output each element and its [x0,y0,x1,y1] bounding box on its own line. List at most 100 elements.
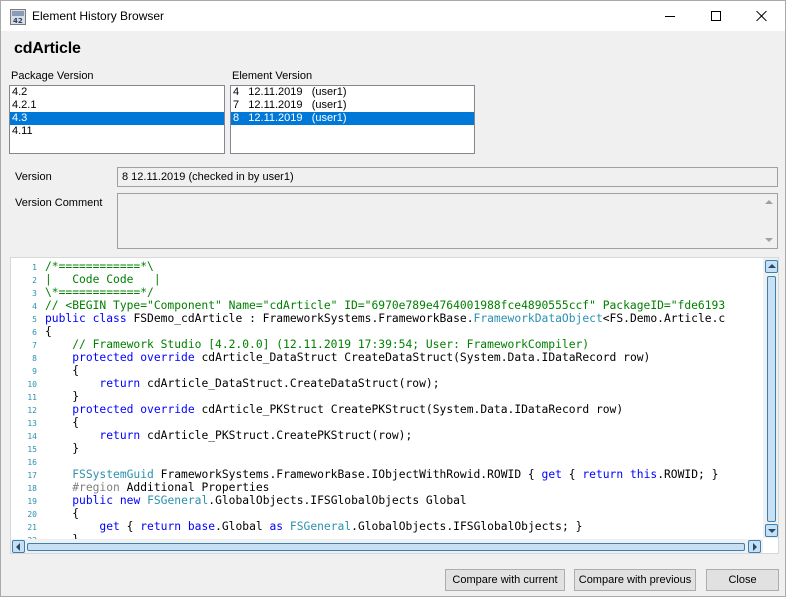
code-text: #region Additional Properties [72,481,270,494]
line-number: 11 [27,393,37,402]
title-bar[interactable]: 42 Element History Browser [1,1,785,31]
window-title: Element History Browser [32,9,165,23]
close-window-button[interactable] [739,1,785,31]
code-line: 12 protected override cdArticle_PKStruct… [11,403,763,416]
line-number: 1 [32,263,37,272]
code-line: 17 FSSystemGuid FrameworkSystems.Framewo… [11,468,763,481]
line-number: 4 [32,302,37,311]
line-number: 9 [32,367,37,376]
code-text: protected override cdArticle_PKStruct Cr… [72,403,624,416]
minimize-icon [665,15,675,17]
element-history-window: 42 Element History Browser cdArticle Pac… [0,0,786,597]
scroll-right-button[interactable] [748,540,761,553]
list-item[interactable]: 4.11 [10,125,224,138]
list-item[interactable]: 8 12.11.2019 (user1) [231,112,474,125]
code-text: \*============*/ [45,286,154,299]
code-line: 10 return cdArticle_DataStruct.CreateDat… [11,377,763,390]
code-line: 19 public new FSGeneral.GlobalObjects.IF… [11,494,763,507]
code-line: 4 // <BEGIN Type="Component" Name="cdArti… [11,299,763,312]
code-line: 16 [11,455,763,468]
code-line: 1 /*============*\ [11,260,763,273]
list-item[interactable]: 4.3 [10,112,224,125]
vertical-scroll-thumb[interactable] [767,276,776,522]
close-button[interactable]: Close [706,569,779,591]
code-text: public class FSDemo_cdArticle : Framewor… [45,312,726,325]
list-item[interactable]: 4 12.11.2019 (user1) [231,86,474,99]
comment-scrollbar[interactable] [761,194,777,248]
compare-with-previous-button[interactable]: Compare with previous [574,569,696,591]
code-text: // <BEGIN Type="Component" Name="cdArtic… [45,299,726,312]
line-number: 18 [27,484,37,493]
code-text: } [45,442,80,455]
scroll-up-icon [765,200,773,204]
code-text: get { return base.Global as FSGeneral.Gl… [99,520,583,533]
code-text: { [45,507,80,520]
compare-with-current-button[interactable]: Compare with current [445,569,565,591]
line-number: 16 [27,458,37,467]
line-number: 19 [27,497,37,506]
list-item[interactable]: 7 12.11.2019 (user1) [231,99,474,112]
code-text: { [45,325,52,338]
arrow-left-icon [16,543,20,551]
line-number: 7 [32,341,37,350]
code-line: 14 return cdArticle_PKStruct.CreatePKStr… [11,429,763,442]
code-text: return cdArticle_DataStruct.CreateDataSt… [99,377,440,390]
list-item[interactable]: 4.2.1 [10,99,224,112]
code-line: 2 | Code Code | [11,273,763,286]
package-version-list[interactable]: 4.2 4.2.1 4.3 4.11 [9,85,225,154]
code-text: } [45,390,80,403]
line-number: 6 [32,328,37,337]
code-line: 7 // Framework Studio [4.2.0.0] (12.11.2… [11,338,763,351]
line-number: 8 [32,354,37,363]
list-item[interactable]: 4.2 [10,86,224,99]
line-number: 2 [32,276,37,285]
line-number: 12 [27,406,37,415]
code-text: public new FSGeneral.GlobalObjects.IFSGl… [72,494,467,507]
code-line: 5 public class FSDemo_cdArticle : Framewo… [11,312,763,325]
scroll-down-button[interactable] [765,524,778,537]
code-line: 9 { [11,364,763,377]
minimize-button[interactable] [647,1,693,31]
code-vertical-scrollbar[interactable] [763,258,778,538]
code-line: 8 protected override cdArticle_DataStruc… [11,351,763,364]
element-version-list[interactable]: 4 12.11.2019 (user1) 7 12.11.2019 (user1)… [230,85,475,154]
code-line: 3 \*============*/ [11,286,763,299]
element-version-label: Element Version [232,70,313,82]
line-number: 13 [27,419,37,428]
code-line: 21 get { return base.Global as FSGeneral… [11,520,763,533]
code-text: return cdArticle_PKStruct.CreatePKStruct… [99,429,413,442]
maximize-icon [711,11,721,21]
code-text: { [45,416,80,429]
line-number: 10 [27,380,37,389]
line-number: 3 [32,289,37,298]
scroll-left-button[interactable] [12,540,25,553]
version-label: Version [15,171,52,183]
code-text: FSSystemGuid FrameworkSystems.FrameworkB… [72,468,719,481]
code-horizontal-scrollbar[interactable] [11,539,763,553]
code-line: 11 } [11,390,763,403]
code-line: 15 } [11,442,763,455]
arrow-right-icon [753,543,757,551]
code-text: // Framework Studio [4.2.0.0] (12.11.201… [45,338,590,351]
code-text: /*============*\ [45,260,154,273]
close-icon [756,10,768,22]
code-line: 6{ [11,325,763,338]
code-text: { [45,364,80,377]
scroll-up-button[interactable] [765,260,778,273]
arrow-up-icon [768,264,776,268]
line-number: 15 [27,445,37,454]
version-comment-field[interactable] [117,193,778,249]
version-comment-label: Version Comment [15,197,103,209]
app-42-icon: 42 [10,9,26,25]
code-lines[interactable]: 1 /*============*\ 2 | Code Code | 3 \*======… [11,260,763,540]
code-editor[interactable]: 1 /*============*\ 2 | Code Code | 3 \*======… [10,257,779,554]
horizontal-scroll-thumb[interactable] [27,543,745,551]
scroll-down-icon [765,238,773,242]
code-text: | Code Code | [45,273,161,286]
maximize-button[interactable] [693,1,739,31]
arrow-down-icon [768,529,776,533]
line-number: 5 [32,315,37,324]
version-field: 8 12.11.2019 (checked in by user1) [117,167,778,187]
package-version-label: Package Version [11,70,94,82]
